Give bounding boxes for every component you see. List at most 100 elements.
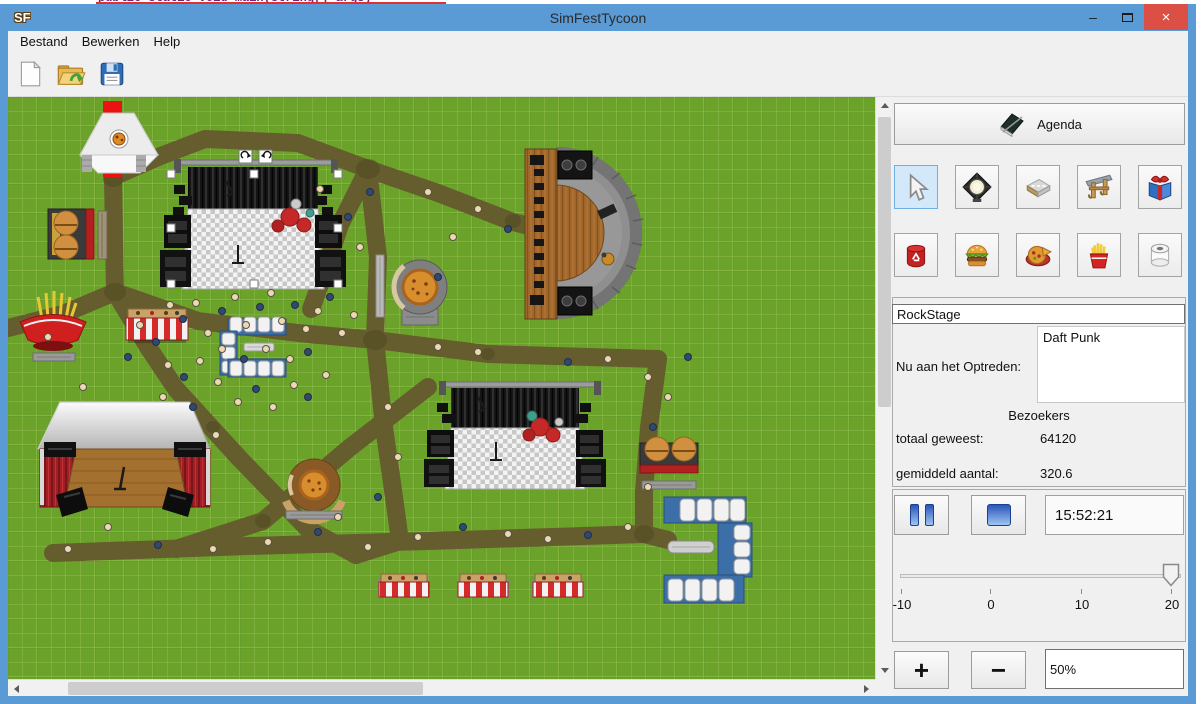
tick-label-10: 10: [1075, 597, 1089, 612]
tool-entrance-gate[interactable]: [1077, 165, 1121, 209]
menu-bewerken[interactable]: Bewerken: [75, 32, 147, 51]
cursor-icon: [901, 172, 931, 202]
tick-label-minus10: -10: [893, 597, 912, 612]
map-vertical-scrollbar[interactable]: [875, 97, 892, 679]
average-visitors-label: gemiddeld aantal:: [896, 466, 999, 481]
hamburger-stand-east[interactable]: [640, 437, 698, 489]
close-icon: ×: [1162, 9, 1171, 26]
road-tile-icon: [1023, 172, 1053, 202]
stop-icon: [987, 504, 1011, 526]
now-performing-box: Daft Punk: [1037, 326, 1185, 403]
clock-display: 15:52:21: [1045, 495, 1184, 535]
save-file-icon: [98, 60, 126, 88]
tool-spotlight[interactable]: [955, 165, 999, 209]
tool-fries[interactable]: [1077, 233, 1121, 277]
scroll-up-icon: [881, 103, 889, 108]
minimize-button[interactable]: –: [1076, 4, 1110, 30]
open-file-icon: [56, 59, 86, 89]
tool-road-tile[interactable]: [1016, 165, 1060, 209]
map-viewport[interactable]: [8, 97, 892, 696]
tool-pizza[interactable]: [1016, 233, 1060, 277]
save-file-button[interactable]: [96, 58, 128, 90]
toolbar: [8, 52, 1188, 97]
screen: public static void main(String[] args) S…: [0, 0, 1203, 704]
menubar: Bestand Bewerken Help: [8, 31, 1188, 52]
agenda-book-icon: [997, 111, 1027, 137]
vertical-scroll-thumb[interactable]: [878, 117, 891, 407]
zoom-in-button[interactable]: +: [894, 651, 949, 689]
open-file-button[interactable]: [55, 58, 87, 90]
speed-slider-thumb[interactable]: [1162, 563, 1180, 587]
hamburger-icon: [962, 240, 992, 270]
tick-label-0: 0: [987, 597, 994, 612]
scroll-down-icon: [881, 668, 889, 673]
pause-icon-bar2: [925, 504, 934, 526]
zoom-out-button[interactable]: −: [971, 651, 1026, 689]
entrance-gate-icon: [1084, 172, 1114, 202]
side-panel: Agenda: [892, 97, 1188, 696]
second-rock-stage[interactable]: [424, 381, 606, 489]
scrollbar-corner: [875, 679, 892, 696]
toilet-paper-icon: [1145, 240, 1175, 270]
tick-label-20: 20: [1165, 597, 1179, 612]
window-title: SimFestTycoon: [8, 10, 1188, 26]
minimize-icon: –: [1089, 9, 1097, 25]
tool-select-cursor[interactable]: [894, 165, 938, 209]
pizza-table-south[interactable]: [286, 459, 342, 520]
festival-map-canvas[interactable]: [8, 97, 875, 679]
pause-icon: [910, 504, 919, 526]
now-performing-label: Nu aan het Optreden:: [896, 359, 1021, 374]
scroll-up-button[interactable]: [876, 97, 893, 114]
tick-10: [1081, 589, 1082, 594]
scroll-right-button[interactable]: [858, 680, 875, 697]
agenda-button-label: Agenda: [1037, 117, 1082, 132]
maximize-icon: [1122, 13, 1133, 22]
tick-20: [1171, 589, 1172, 594]
scroll-down-button[interactable]: [876, 662, 893, 679]
close-button[interactable]: ×: [1144, 4, 1188, 30]
fries-icon: [1084, 240, 1114, 270]
tool-toilet-paper[interactable]: [1138, 233, 1182, 277]
speed-slider-track[interactable]: [900, 574, 1181, 578]
clock-time: 15:52:21: [1055, 507, 1113, 524]
spotlight-icon: [962, 172, 992, 202]
agenda-button[interactable]: Agenda: [894, 103, 1185, 145]
tool-gift[interactable]: [1138, 165, 1182, 209]
total-visitors-value: 64120: [1040, 431, 1076, 446]
pause-button[interactable]: [894, 495, 949, 535]
map-horizontal-scrollbar[interactable]: [8, 679, 875, 696]
plus-icon: +: [914, 655, 929, 686]
tool-hamburger[interactable]: [955, 233, 999, 277]
stop-button[interactable]: [971, 495, 1026, 535]
total-visitors-label: totaal geweest:: [896, 431, 983, 446]
zoom-level-input[interactable]: [1045, 649, 1184, 689]
striped-food-stand[interactable]: [126, 309, 188, 343]
menu-help[interactable]: Help: [147, 32, 188, 51]
average-visitors-value: 320.6: [1040, 466, 1073, 481]
new-file-button[interactable]: [14, 58, 46, 90]
barn-stage[interactable]: [38, 402, 210, 517]
stage-name-input[interactable]: [892, 304, 1185, 324]
gift-icon: [1145, 172, 1175, 202]
trash-bin-icon: [901, 240, 931, 270]
scroll-left-button[interactable]: [8, 680, 25, 697]
horizontal-scroll-thumb[interactable]: [68, 682, 423, 695]
scroll-left-icon: [14, 685, 19, 693]
barrier-stand-3[interactable]: [532, 574, 584, 598]
app-window: SF SimFestTycoon – × Bestand Bewerken He…: [0, 4, 1196, 704]
minus-icon: −: [991, 655, 1006, 686]
tick-0: [990, 589, 991, 594]
titlebar[interactable]: SF SimFestTycoon – ×: [8, 4, 1188, 31]
new-file-icon: [16, 60, 44, 88]
barrier-stand-1[interactable]: [378, 574, 430, 598]
tick-minus10: [901, 589, 902, 594]
tool-trash-bin[interactable]: [894, 233, 938, 277]
scroll-right-icon: [864, 685, 869, 693]
now-performing-artist: Daft Punk: [1043, 330, 1100, 345]
maximize-button[interactable]: [1110, 4, 1144, 30]
hamburger-stand-west[interactable]: [48, 209, 107, 259]
barrier-stand-2[interactable]: [457, 574, 509, 598]
menu-bestand[interactable]: Bestand: [13, 32, 75, 51]
pizza-icon: [1023, 240, 1053, 270]
toilet-block-east[interactable]: [664, 497, 752, 603]
